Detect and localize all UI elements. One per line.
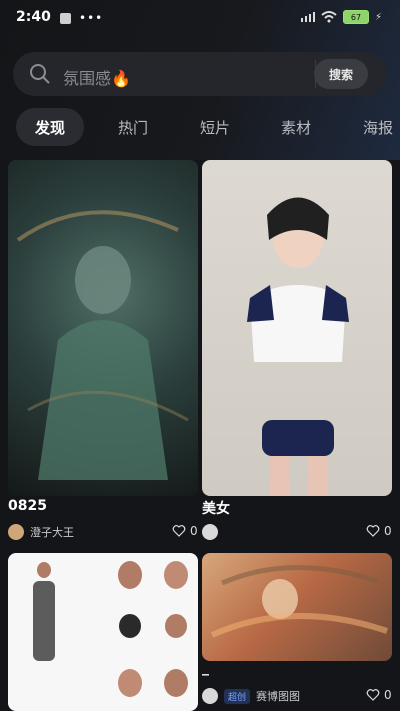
like-count: 0 [190,524,198,538]
like-count: 0 [384,688,392,702]
card-meta-4: 超创 赛博图图 [202,686,300,706]
card-image-3[interactable] [8,553,198,711]
tab-poster[interactable]: 海报 [348,108,400,146]
artwork-figure [210,565,388,638]
card-image-2[interactable] [202,160,392,496]
card-meta-2 [202,522,224,542]
search-button[interactable]: 搜索 [314,59,368,89]
photo-figure [247,197,349,496]
card-title-1: 0825 [8,498,47,514]
more-dots-icon: ••• [79,11,104,25]
card-image-1[interactable] [8,160,198,496]
creator-badge: 超创 [224,688,251,704]
card-title-4: _ [202,660,209,676]
avatar[interactable] [202,524,218,540]
card-meta-1: 澄子大王 [8,522,74,542]
search-icon [30,64,50,84]
battery-icon: 67 [342,10,369,24]
heart-icon [366,525,380,537]
search-input[interactable]: 氛围感🔥 [63,65,131,89]
signal-icon [300,12,315,22]
status-time: 2:40 [16,9,51,25]
card-likes-2[interactable]: 0 [366,524,392,538]
search-bar[interactable]: 氛围感🔥 搜索 [13,52,387,96]
category-tabs: 发现 热门 短片 素材 海报 [0,108,400,148]
tab-material[interactable]: 素材 [266,108,326,146]
avatar[interactable] [8,524,24,540]
avatar[interactable] [202,688,218,704]
artwork-figure [16,210,189,480]
photo-grid-figure [33,561,188,697]
wifi-icon [321,11,337,23]
tools-icon [60,12,71,24]
tab-hot[interactable]: 热门 [103,108,163,146]
author-name[interactable]: 澄子大王 [30,524,74,540]
card-title-2: 美女 [202,501,230,517]
tab-discover[interactable]: 发现 [16,108,84,146]
heart-icon [172,525,186,537]
status-bar: 2:40 ••• 67 ⚡ [0,0,400,36]
status-right-icons: 67 ⚡ [300,10,382,24]
status-left-icons: ••• [60,11,103,25]
card-likes-1[interactable]: 0 [172,524,198,538]
card-likes-4[interactable]: 0 [366,688,392,702]
card-image-4[interactable] [202,553,392,661]
author-name[interactable]: 赛博图图 [256,688,300,704]
charging-icon: ⚡ [374,11,382,23]
like-count: 0 [384,524,392,538]
heart-icon [366,689,380,701]
tab-short[interactable]: 短片 [185,108,245,146]
